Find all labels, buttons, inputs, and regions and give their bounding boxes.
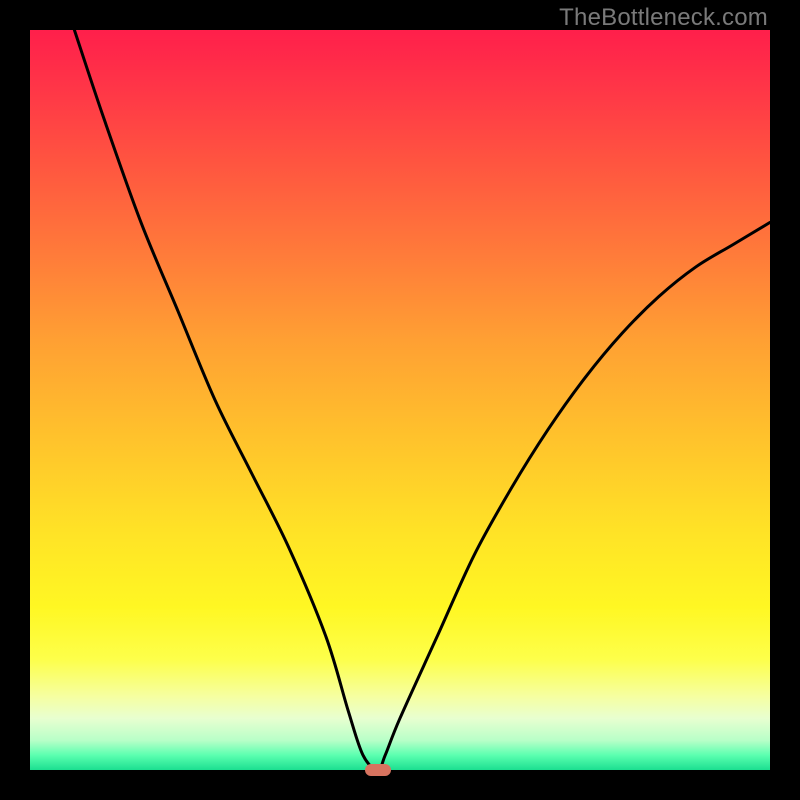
watermark-text: TheBottleneck.com <box>559 4 768 32</box>
plot-area <box>30 30 770 770</box>
curve-svg <box>30 30 770 770</box>
bottleneck-curve <box>74 30 770 770</box>
optimal-point-marker <box>365 764 391 776</box>
chart-container: TheBottleneck.com <box>0 0 800 800</box>
